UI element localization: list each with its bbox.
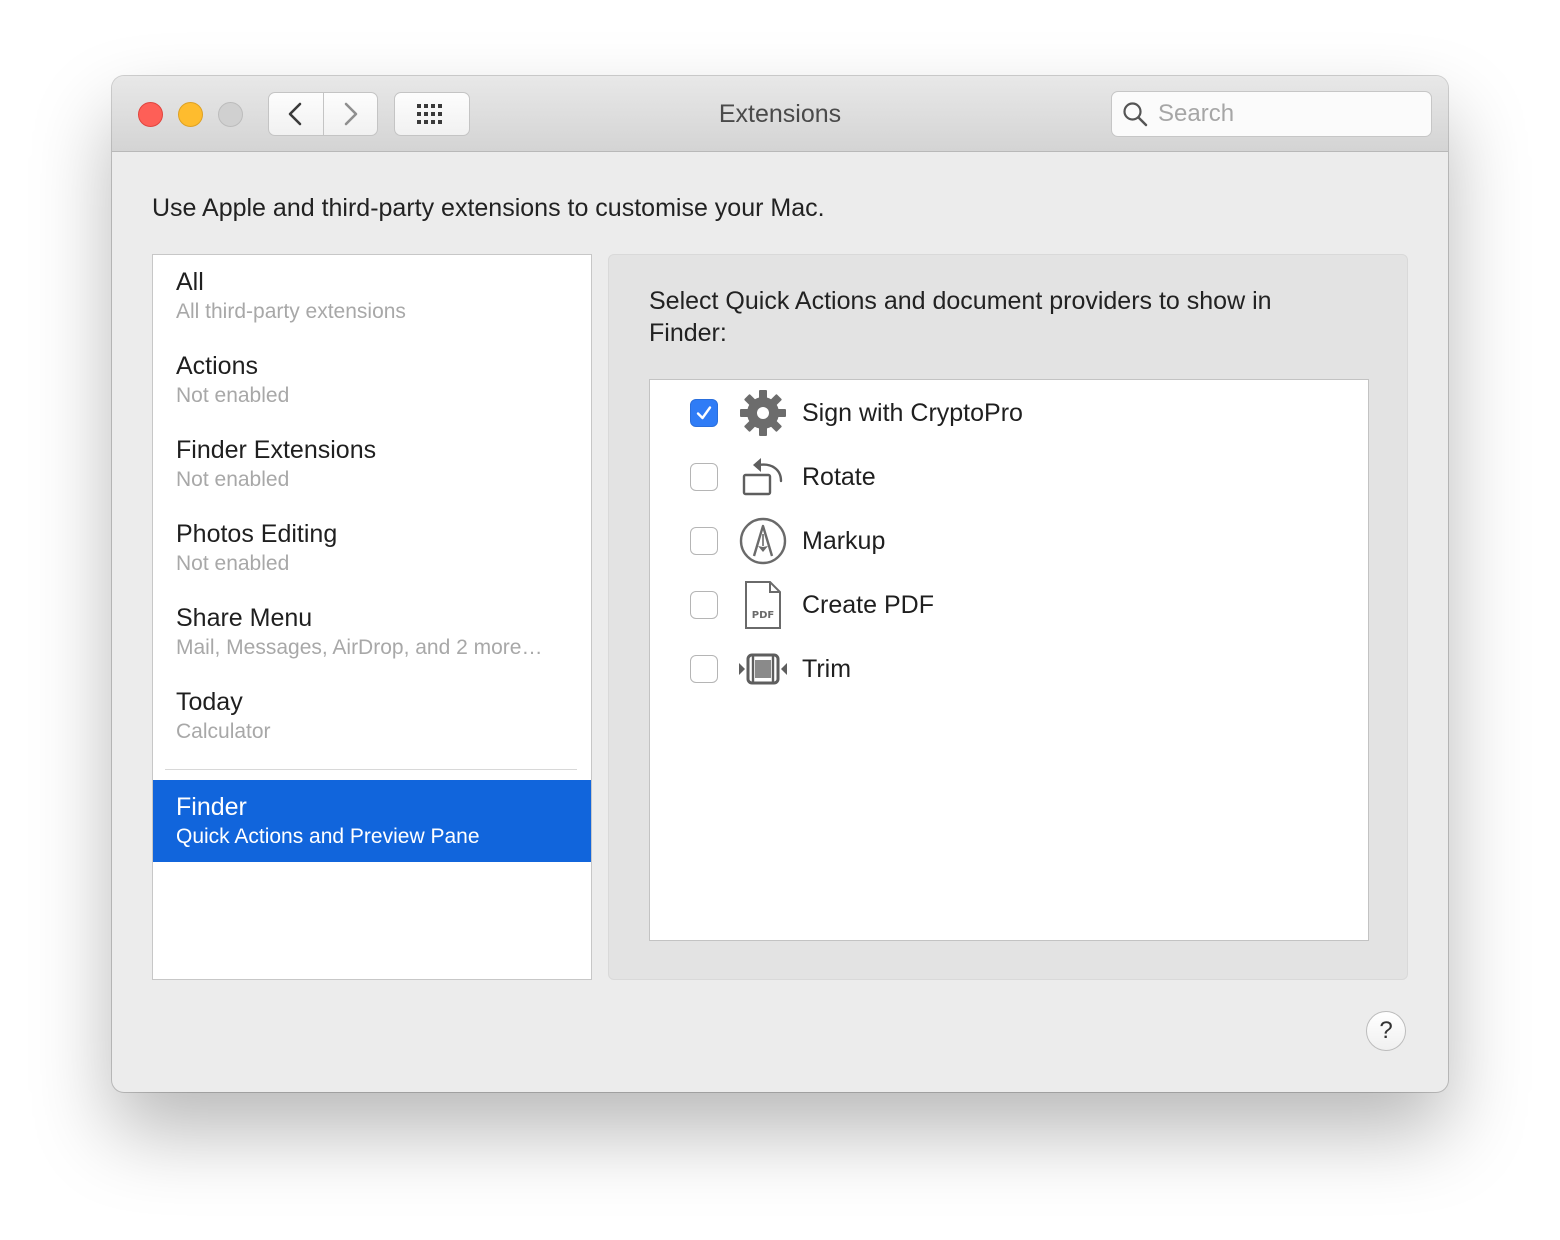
rotate-icon bbox=[738, 452, 788, 502]
checkmark-icon bbox=[696, 406, 712, 420]
list-item-markup[interactable]: Markup bbox=[690, 516, 885, 566]
sidebar-item-today[interactable]: Today Calculator bbox=[153, 675, 591, 759]
sidebar-item-subtitle: All third-party extensions bbox=[176, 300, 406, 323]
sidebar-item-subtitle: Not enabled bbox=[176, 552, 290, 575]
extension-category-list: All All third-party extensions Actions N… bbox=[152, 254, 592, 980]
page-description: Use Apple and third-party extensions to … bbox=[152, 194, 825, 222]
action-label: Sign with CryptoPro bbox=[802, 398, 1023, 427]
finder-detail-panel: Select Quick Actions and document provid… bbox=[608, 254, 1408, 980]
sidebar-item-label: All bbox=[176, 268, 204, 296]
sidebar-item-label: Actions bbox=[176, 352, 258, 380]
help-button[interactable]: ? bbox=[1366, 1011, 1406, 1051]
search-field[interactable] bbox=[1111, 91, 1432, 137]
sidebar-item-share-menu[interactable]: Share Menu Mail, Messages, AirDrop, and … bbox=[153, 591, 591, 675]
panel-heading: Select Quick Actions and document provid… bbox=[649, 287, 1272, 347]
list-divider bbox=[165, 769, 577, 770]
list-item-create-pdf[interactable]: PDF Create PDF bbox=[690, 580, 934, 630]
action-label: Create PDF bbox=[802, 590, 934, 619]
list-item-trim[interactable]: Trim bbox=[690, 644, 851, 694]
action-label: Trim bbox=[802, 654, 852, 683]
search-icon bbox=[1123, 102, 1148, 127]
action-label: Rotate bbox=[802, 462, 876, 491]
quick-actions-list: Sign with CryptoPro Rotate Markup PDF Cr… bbox=[649, 379, 1369, 941]
title-bar: Extensions bbox=[112, 76, 1448, 152]
sidebar-item-subtitle: Calculator bbox=[176, 720, 271, 743]
search-input[interactable] bbox=[1158, 100, 1418, 128]
sidebar-item-actions[interactable]: Actions Not enabled bbox=[153, 339, 591, 423]
markup-icon bbox=[738, 516, 788, 566]
sidebar-item-label: Finder Extensions bbox=[176, 436, 377, 464]
checkbox-rotate[interactable] bbox=[690, 463, 718, 491]
sidebar-item-subtitle: Not enabled bbox=[176, 384, 290, 407]
sidebar-item-label: Today bbox=[176, 688, 243, 716]
preferences-window: Extensions Use Apple and third-party ext… bbox=[112, 76, 1448, 1092]
checkbox-sign-with-cryptopro[interactable] bbox=[690, 399, 718, 427]
sidebar-item-label: Finder bbox=[176, 793, 247, 821]
sidebar-item-label: Photos Editing bbox=[176, 520, 338, 548]
checkbox-trim[interactable] bbox=[690, 655, 718, 683]
checkbox-markup[interactable] bbox=[690, 527, 718, 555]
pdf-icon-text: PDF bbox=[752, 610, 774, 621]
list-item-sign-with-cryptopro[interactable]: Sign with CryptoPro bbox=[690, 388, 1023, 438]
gear-icon bbox=[738, 388, 788, 438]
sidebar-item-finder-extensions[interactable]: Finder Extensions Not enabled bbox=[153, 423, 591, 507]
sidebar-item-subtitle: Not enabled bbox=[176, 468, 290, 491]
sidebar-item-photos-editing[interactable]: Photos Editing Not enabled bbox=[153, 507, 591, 591]
sidebar-item-finder[interactable]: Finder Quick Actions and Preview Pane bbox=[153, 780, 591, 862]
sidebar-item-all[interactable]: All All third-party extensions bbox=[153, 255, 591, 339]
checkbox-create-pdf[interactable] bbox=[690, 591, 718, 619]
list-item-rotate[interactable]: Rotate bbox=[690, 452, 876, 502]
trim-icon bbox=[738, 644, 788, 694]
pdf-icon: PDF bbox=[738, 580, 788, 630]
sidebar-item-subtitle: Mail, Messages, AirDrop, and 2 more… bbox=[176, 636, 543, 659]
sidebar-item-label: Share Menu bbox=[176, 604, 313, 632]
action-label: Markup bbox=[802, 526, 886, 555]
sidebar-item-subtitle: Quick Actions and Preview Pane bbox=[176, 825, 480, 848]
